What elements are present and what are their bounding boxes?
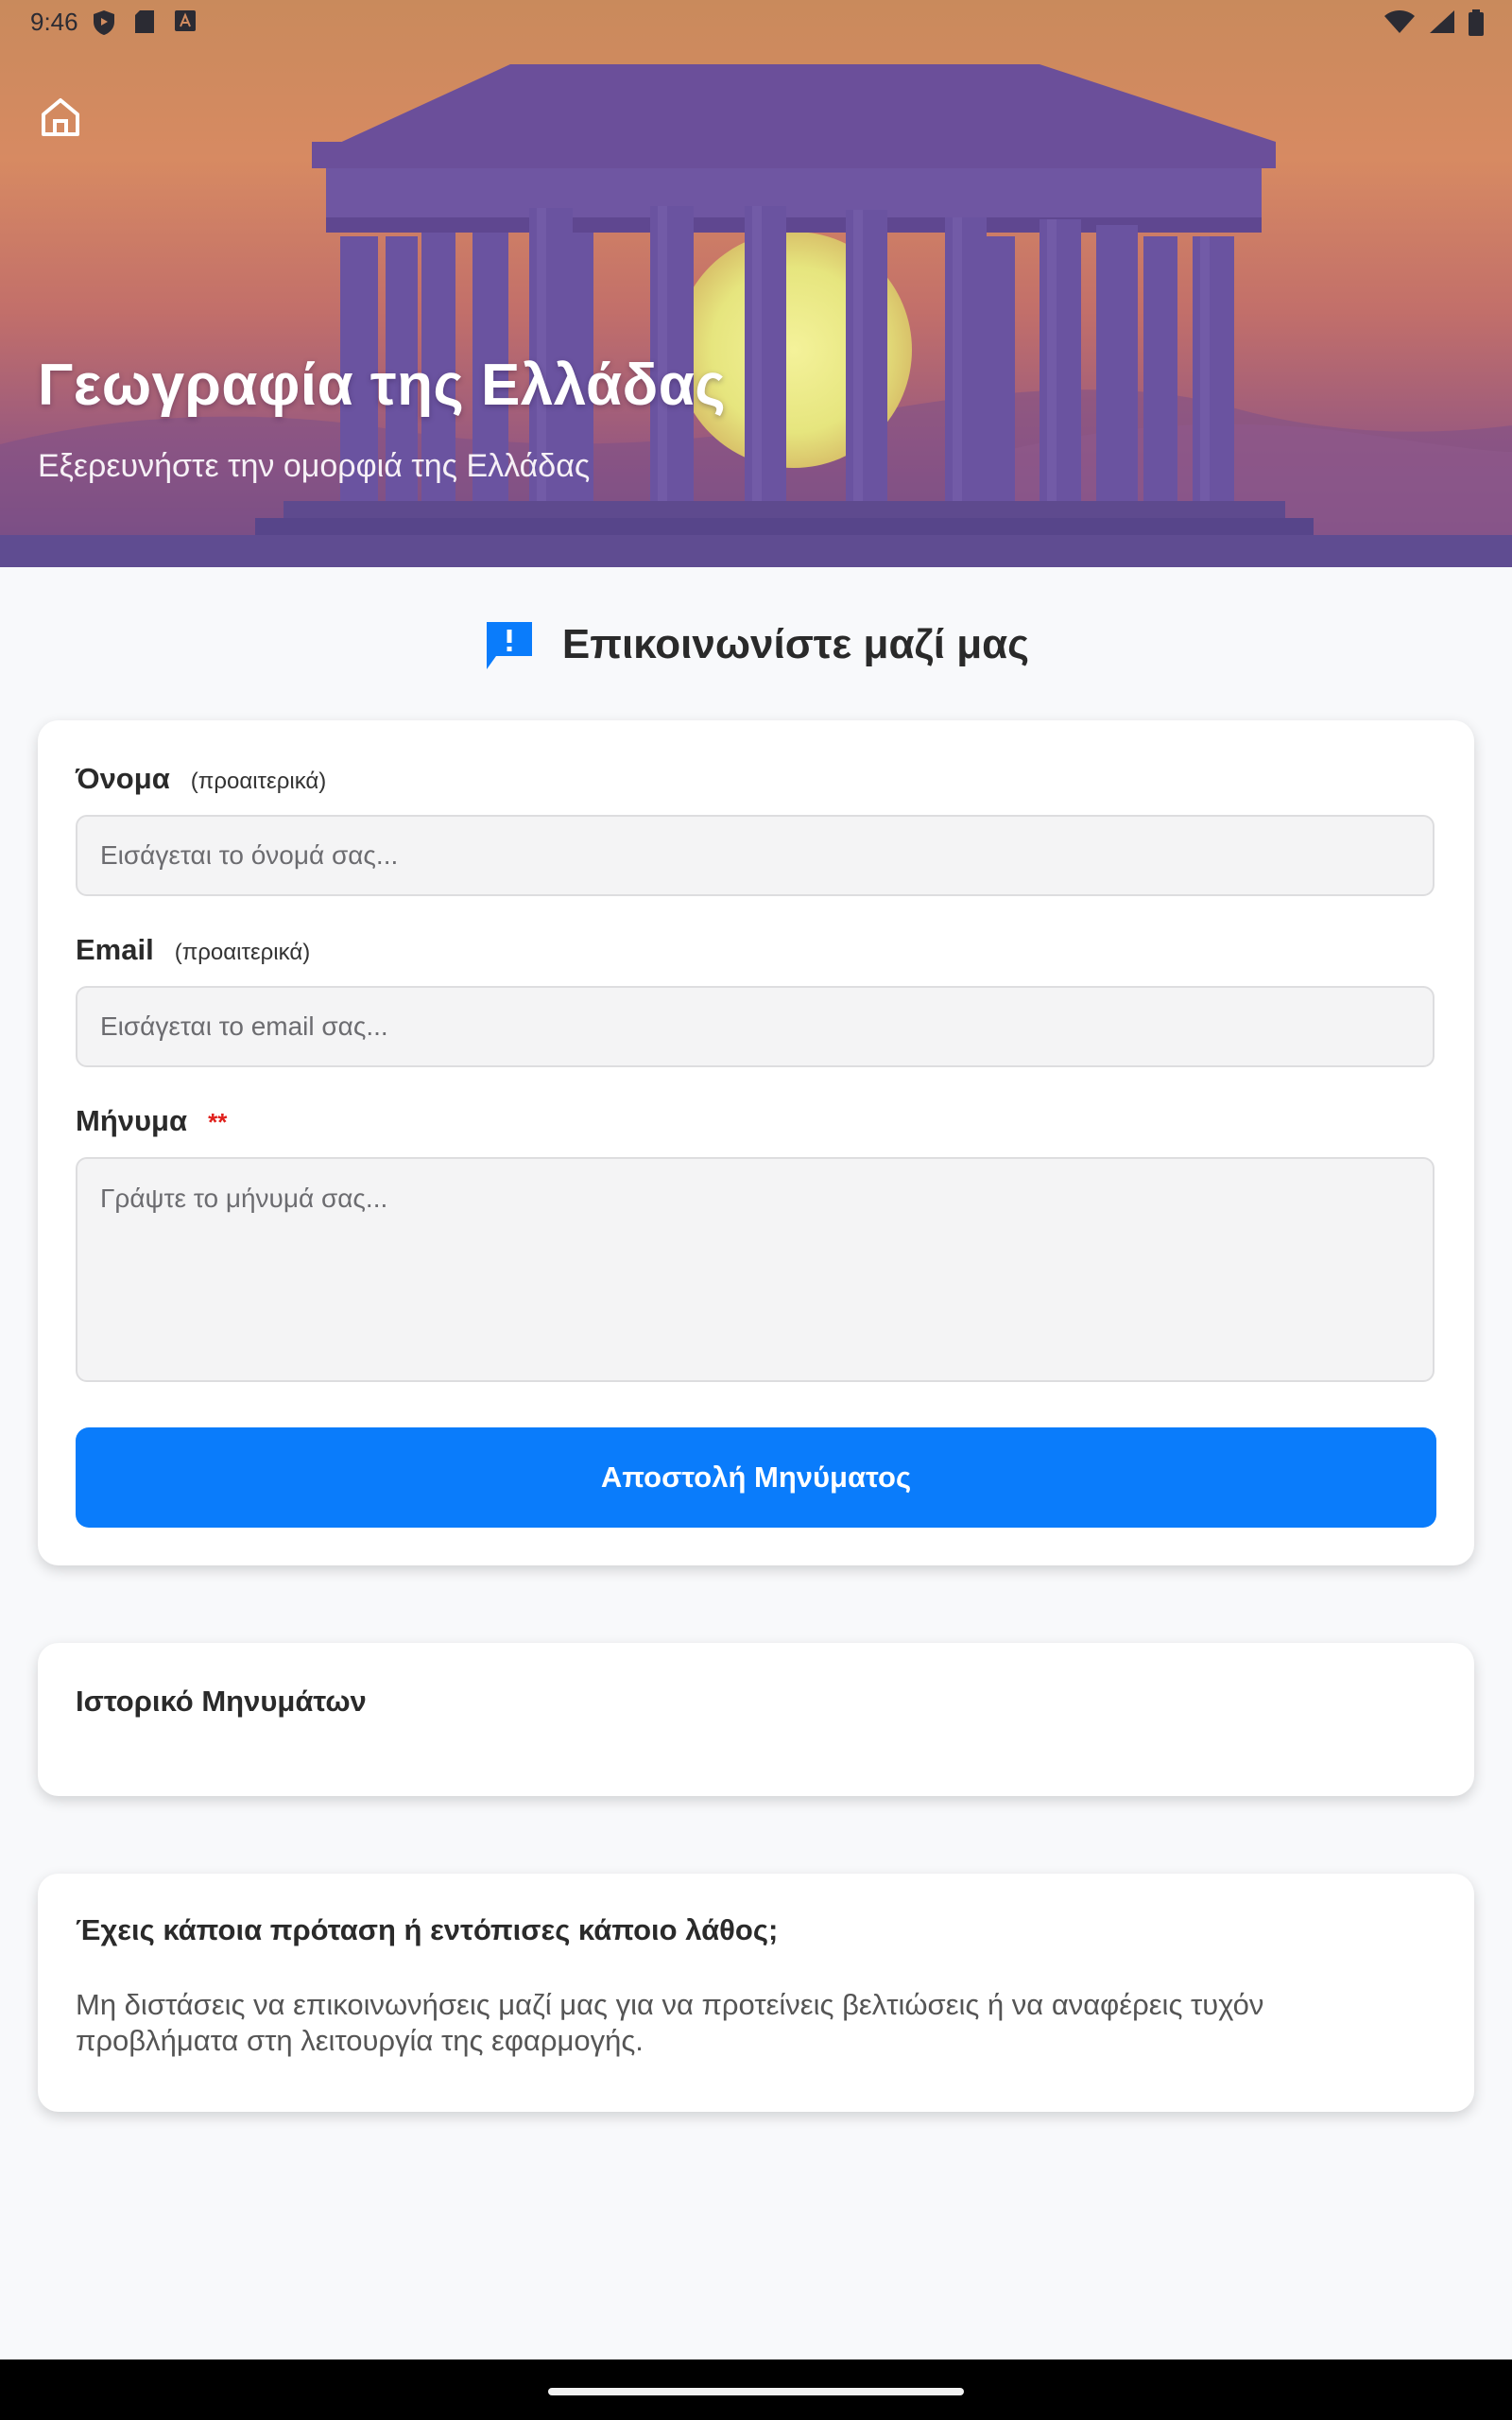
- shield-icon: [94, 10, 114, 35]
- hero-banner: 9:46 Γεωγραφία της Ελλάδας Εξερευνήστε τ…: [0, 0, 1512, 567]
- message-label-row: Μήνυμα **: [76, 1104, 227, 1138]
- contact-section-header: Επικοινωνίστε μαζί μας: [0, 614, 1512, 675]
- email-optional-hint: (προαιτερικά): [174, 940, 311, 965]
- feedback-message-icon: [486, 622, 532, 669]
- wifi-icon: [1384, 10, 1415, 33]
- message-textarea[interactable]: [76, 1157, 1435, 1382]
- font-a-icon: [175, 10, 196, 31]
- message-history-card: Ιστορικό Μηνυμάτων: [38, 1643, 1474, 1796]
- feedback-text: Μη διστάσεις να επικοινωνήσεις μαζί μας …: [76, 1988, 1264, 2057]
- contact-form-card: Όνομα (προαιτερικά) Email (προαιτερικά) …: [38, 720, 1474, 1565]
- status-time: 9:46: [30, 8, 78, 36]
- message-label: Μήνυμα: [76, 1104, 188, 1137]
- home-icon: [42, 98, 79, 136]
- status-bar: 9:46: [0, 0, 1512, 45]
- system-navigation-bar: [0, 2360, 1512, 2420]
- required-mark: **: [208, 1108, 228, 1136]
- send-message-button[interactable]: Αποστολή Μηνύματος: [76, 1427, 1436, 1528]
- battery-icon: [1469, 9, 1484, 36]
- gesture-handle[interactable]: [548, 2388, 964, 2395]
- email-input[interactable]: [76, 986, 1435, 1067]
- email-label: Email: [76, 933, 154, 966]
- feedback-title: Έχεις κάποια πρόταση ή εντόπισες κάποιο …: [76, 1913, 779, 1946]
- sd-card-icon: [135, 10, 154, 33]
- name-label: Όνομα: [76, 762, 170, 795]
- contact-title: Επικοινωνίστε μαζί μας: [561, 621, 1030, 667]
- page-title: Γεωγραφία της Ελλάδας: [38, 353, 727, 418]
- name-input[interactable]: [76, 815, 1435, 896]
- page-subtitle: Εξερευνήστε την ομορφιά της Ελλάδας: [38, 448, 591, 484]
- message-history-title: Ιστορικό Μηνυμάτων: [76, 1685, 367, 1718]
- signal-icon: [1430, 10, 1454, 33]
- email-label-row: Email (προαιτερικά): [76, 933, 310, 967]
- feedback-info-card: Έχεις κάποια πρόταση ή εντόπισες κάποιο …: [38, 1874, 1474, 2112]
- home-button[interactable]: [34, 91, 87, 144]
- name-optional-hint: (προαιτερικά): [190, 769, 327, 794]
- name-label-row: Όνομα (προαιτερικά): [76, 762, 326, 796]
